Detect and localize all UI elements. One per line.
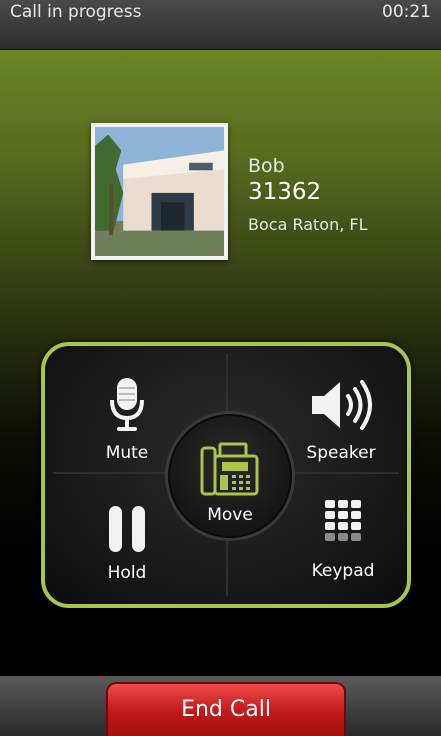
mute-label: Mute bbox=[105, 443, 149, 463]
status-bar: Call in progress 00:21 bbox=[0, 0, 441, 50]
caller-number: 31362 bbox=[248, 179, 322, 205]
caller-info: Bob 31362 Boca Raton, FL bbox=[248, 155, 368, 234]
speaker-label: Speaker bbox=[306, 443, 376, 463]
hold-label: Hold bbox=[107, 563, 147, 583]
move-button[interactable]: Move bbox=[165, 411, 295, 541]
caller-photo bbox=[91, 123, 228, 260]
call-status-title: Call in progress bbox=[10, 1, 142, 22]
microphone-icon bbox=[110, 378, 144, 431]
pause-icon bbox=[109, 506, 145, 552]
mute-button[interactable]: Mute bbox=[97, 376, 157, 463]
move-label: Move bbox=[207, 505, 253, 525]
caller-name: Bob bbox=[248, 155, 285, 177]
keypad-button[interactable]: Keypad bbox=[303, 498, 383, 581]
caller-location: Boca Raton, FL bbox=[248, 215, 368, 234]
call-timer: 00:21 bbox=[382, 1, 431, 22]
call-control-panel: Mute Speaker Hold Keypad Move bbox=[41, 342, 411, 608]
speaker-button[interactable]: Speaker bbox=[301, 376, 381, 463]
speaker-icon bbox=[312, 380, 372, 430]
desk-phone-icon bbox=[200, 442, 259, 496]
keypad-icon bbox=[325, 500, 361, 541]
hold-button[interactable]: Hold bbox=[97, 504, 157, 583]
keypad-label: Keypad bbox=[311, 561, 375, 581]
end-call-button[interactable]: End Call bbox=[106, 682, 346, 736]
